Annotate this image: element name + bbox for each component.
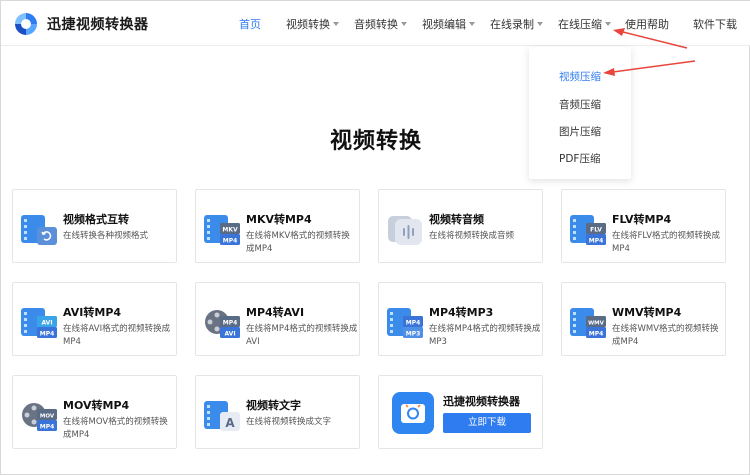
svg-text:MP4: MP4	[589, 331, 604, 338]
mp4-badge: MP4	[406, 320, 421, 327]
nav-video-edit-label: 视频编辑	[422, 18, 466, 31]
promo-card: 迅捷视频转换器 立即下载	[378, 375, 543, 449]
card-title: 视频格式互转	[63, 213, 129, 226]
card-description: 在线将WMV格式的视频转换成MP4	[612, 324, 719, 347]
nav-video-edit[interactable]: 视频编辑	[422, 16, 475, 32]
dropdown-item-video-compress[interactable]: 视频压缩	[559, 69, 601, 84]
svg-text:MP4: MP4	[223, 238, 238, 245]
video-to-audio-icon	[388, 216, 422, 245]
svg-text:MP3: MP3	[406, 331, 421, 338]
chevron-down-icon	[401, 22, 407, 26]
promo-title: 迅捷视频转换器	[443, 395, 520, 408]
flv-to-mp4-icon: FLV MP4	[570, 215, 606, 245]
card-description: 在线将视频转换成文字	[246, 417, 332, 427]
card-title: 视频转文字	[246, 399, 301, 412]
mkv-to-mp4-icon: MKV MP4	[204, 215, 240, 245]
tool-card[interactable]: MOV MP4 MOV转MP4 在线将MOV格式的视频转换成MP4	[12, 375, 177, 449]
compress-dropdown-menu: 视频压缩 音频压缩 图片压缩 PDF压缩	[529, 47, 631, 179]
card-description: 在线将MKV格式的视频转换成MP4	[246, 231, 350, 254]
wmv-to-mp4-icon: WMV MP4	[570, 308, 606, 338]
card-title: WMV转MP4	[612, 306, 682, 319]
tool-card[interactable]: FLV MP4 FLV转MP4 在线将FLV格式的视频转换成MP4	[561, 189, 726, 263]
tool-card[interactable]: 视频转音频 在线将视频转换成音频	[378, 189, 543, 263]
nav-video-convert[interactable]: 视频转换	[286, 16, 339, 32]
page-title: 视频转换	[329, 129, 422, 154]
svg-text:MP4: MP4	[40, 331, 55, 338]
chevron-down-icon	[537, 22, 543, 26]
nav-help[interactable]: 使用帮助	[625, 16, 669, 32]
video-convert-icon	[21, 215, 57, 245]
tool-card[interactable]: MP4 MP3 MP4转MP3 在线将MP4格式的视频转换成MP3	[378, 282, 543, 356]
nav-online-compress[interactable]: 在线压缩	[558, 16, 611, 32]
video-to-text-icon: A	[204, 401, 240, 431]
top-header: 迅捷视频转换器 首页 视频转换 音频转换 视频编辑 在线录制 在线压缩 使用帮助…	[1, 1, 750, 46]
card-description: 在线将MP4格式的视频转换成AVI	[246, 324, 358, 347]
card-title: MOV转MP4	[63, 399, 130, 412]
mov-to-mp4-icon: MOV MP4	[22, 403, 57, 431]
nav-download[interactable]: 软件下载	[693, 16, 737, 32]
card-description: 在线将AVI格式的视频转换成MP4	[63, 324, 171, 347]
card-title: FLV转MP4	[612, 213, 672, 226]
app-logo-icon	[392, 392, 434, 434]
main-nav: 首页 视频转换 音频转换 视频编辑 在线录制 在线压缩 使用帮助 软件下载	[1, 1, 750, 46]
tool-card[interactable]: MP4 AVI MP4转AVI 在线将MP4格式的视频转换成AVI	[195, 282, 360, 356]
card-description: 在线将视频转换成音频	[429, 231, 515, 241]
tool-card[interactable]: 视频格式互转 在线转换各种视频格式	[12, 189, 177, 263]
nav-online-record-label: 在线录制	[490, 18, 534, 31]
card-description: 在线将FLV格式的视频转换成MP4	[612, 231, 721, 254]
chevron-down-icon	[605, 22, 611, 26]
chevron-down-icon	[333, 22, 339, 26]
nav-online-record[interactable]: 在线录制	[490, 16, 543, 32]
card-title: MKV转MP4	[246, 213, 312, 226]
svg-text:AVI: AVI	[224, 331, 235, 338]
card-description: 在线将MOV格式的视频转换成MP4	[63, 417, 168, 440]
mp4-badge: MP4	[223, 320, 238, 327]
nav-online-compress-label: 在线压缩	[558, 18, 602, 31]
flv-badge: FLV	[590, 227, 602, 234]
avi-badge: AVI	[41, 320, 52, 327]
avi-to-mp4-icon: AVI MP4	[21, 308, 57, 338]
tool-card[interactable]: AVI MP4 AVI转MP4 在线将AVI格式的视频转换成MP4	[12, 282, 177, 356]
card-title: MP4转MP3	[429, 306, 494, 319]
card-description: 在线将MP4格式的视频转换成MP3	[429, 324, 541, 347]
mp4-to-avi-icon: MP4 AVI	[205, 310, 240, 338]
nav-home[interactable]: 首页	[239, 16, 261, 32]
card-title: 视频转音频	[429, 213, 484, 226]
nav-audio-convert-label: 音频转换	[354, 18, 398, 31]
card-description: 在线转换各种视频格式	[63, 231, 149, 241]
nav-video-convert-label: 视频转换	[286, 18, 330, 31]
card-title: AVI转MP4	[63, 306, 122, 319]
tool-card[interactable]: MKV MP4 MKV转MP4 在线将MKV格式的视频转换成MP4	[195, 189, 360, 263]
svg-text:MP4: MP4	[40, 424, 55, 431]
tool-card[interactable]: WMV MP4 WMV转MP4 在线将WMV格式的视频转换成MP4	[561, 282, 726, 356]
card-title: MP4转AVI	[246, 306, 305, 319]
mov-badge: MOV	[40, 414, 55, 420]
chevron-down-icon	[469, 22, 475, 26]
mp4-to-mp3-icon: MP4 MP3	[387, 308, 423, 338]
nav-audio-convert[interactable]: 音频转换	[354, 16, 407, 32]
dropdown-item-audio-compress[interactable]: 音频压缩	[559, 97, 601, 112]
wmv-badge: WMV	[588, 321, 605, 327]
mkv-badge: MKV	[222, 227, 238, 234]
svg-text:MP4: MP4	[589, 238, 604, 245]
download-now-button[interactable]: 立即下载	[443, 413, 531, 433]
svg-text:A: A	[225, 416, 235, 430]
tool-card[interactable]: A 视频转文字 在线将视频转换成文字	[195, 375, 360, 449]
